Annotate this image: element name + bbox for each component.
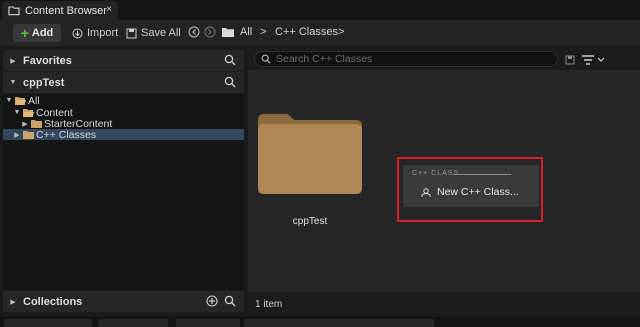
close-icon[interactable]: × (106, 4, 112, 15)
save-icon (126, 28, 137, 38)
chevron-down-icon: ▼ (9, 79, 17, 86)
open-folder-icon (15, 96, 26, 105)
breadcrumb-cpp-classes[interactable]: C++ Classes (275, 26, 338, 38)
collections-header[interactable]: ▶ Collections (3, 291, 244, 312)
favorites-label: Favorites (23, 54, 72, 67)
add-button[interactable]: + Add (13, 24, 61, 42)
bottom-tab-strip (0, 317, 640, 327)
save-all-button[interactable]: Save All (126, 26, 181, 40)
tab-title: Content Browser (25, 4, 107, 17)
asset-grid: cppTest C++ CLASS New C++ Class... (248, 70, 640, 292)
search-icon[interactable] (224, 76, 236, 88)
folder-icon (31, 119, 42, 128)
search-icon[interactable] (224, 54, 236, 66)
folder-icon[interactable] (258, 114, 362, 194)
import-label: Import (87, 27, 119, 39)
chevron-right-icon: ▶ (14, 131, 20, 139)
bottom-tab[interactable] (244, 319, 434, 327)
chevron-right-icon: ▶ (22, 120, 28, 128)
chevron-right-icon: ▶ (10, 298, 16, 306)
breadcrumb-separator: > (260, 26, 267, 38)
import-button[interactable]: Import (72, 26, 118, 40)
tree-item-cpp-classes[interactable]: ▶ C++ Classes (3, 128, 244, 141)
save-all-label: Save All (141, 27, 181, 39)
search-bar[interactable] (254, 51, 558, 67)
search-icon (261, 54, 271, 64)
sources-panel: ▶ Favorites ▼ cppTest ▼ All ▼ Content ▶ … (3, 48, 244, 314)
folder-tree: ▼ All ▼ Content ▶ StarterContent ▶ C++ C… (3, 94, 244, 290)
project-header[interactable]: ▼ cppTest (3, 72, 244, 93)
search-input[interactable] (276, 53, 546, 65)
plus-icon: + (20, 25, 29, 41)
content-browser-icon (8, 6, 20, 16)
asset-view-panel: cppTest C++ CLASS New C++ Class... 1 ite… (248, 48, 640, 314)
bottom-tab[interactable] (176, 319, 240, 327)
breadcrumb-separator-end[interactable]: > (338, 26, 344, 38)
collections-label: Collections (23, 295, 83, 308)
chevron-down-icon: ▼ (5, 97, 13, 104)
save-search-icon[interactable] (565, 55, 575, 65)
bottom-tab[interactable] (4, 319, 92, 327)
highlight-box (397, 157, 543, 222)
import-icon (72, 28, 83, 38)
breadcrumb-all[interactable]: All (240, 26, 252, 38)
tab-content-browser[interactable]: Content Browser × (2, 1, 118, 20)
chevron-right-icon: ▶ (10, 57, 16, 65)
favorites-header[interactable]: ▶ Favorites (3, 50, 244, 71)
forward-arrow-icon[interactable] (204, 26, 216, 38)
bottom-tab[interactable] (98, 319, 168, 327)
tree-item-all[interactable]: ▼ All (3, 94, 244, 107)
folder-icon (222, 28, 234, 37)
add-circle-icon[interactable] (206, 295, 218, 307)
toolbar: + Add Import Save All All > C++ Classes … (0, 20, 640, 46)
folder-label: cppTest (292, 216, 328, 227)
folder-icon (23, 130, 34, 139)
tree-item-label: C++ Classes (36, 128, 97, 141)
filter-icon[interactable] (582, 54, 606, 66)
tree-item-startercontent[interactable]: ▶ StarterContent (3, 118, 244, 130)
tree-item-label: All (28, 94, 40, 107)
chevron-down-icon: ▼ (13, 109, 21, 116)
tree-item-content[interactable]: ▼ Content (3, 107, 244, 119)
add-label: Add (31, 27, 54, 39)
project-label: cppTest (23, 76, 65, 89)
open-folder-icon (23, 108, 34, 117)
tab-bar: Content Browser × (0, 0, 640, 20)
item-count: 1 item (255, 299, 283, 310)
back-arrow-icon[interactable] (188, 26, 200, 38)
search-icon[interactable] (224, 295, 236, 307)
